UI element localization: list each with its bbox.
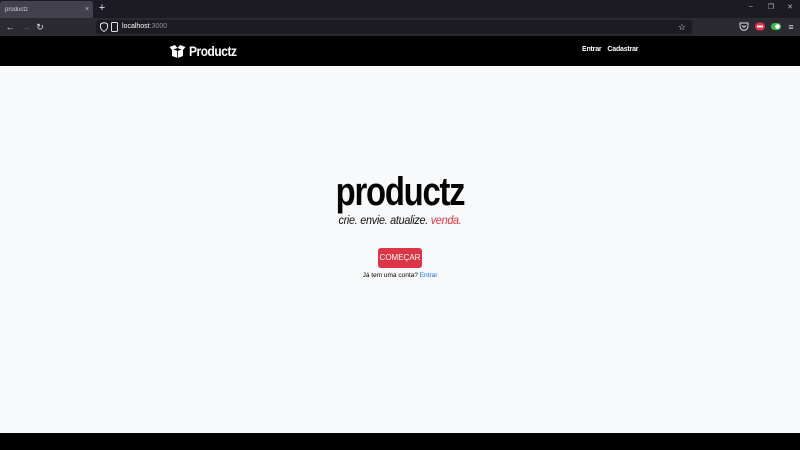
close-window-icon[interactable]: ✕ [784, 3, 796, 11]
address-bar[interactable]: localhost:3000 ☆ [96, 20, 692, 34]
nav-link-cadastrar[interactable]: Cadastrar [607, 46, 638, 53]
site-nav: Entrar Cadastrar [582, 46, 639, 53]
hero-tagline: crie. envie. atualize. venda. [40, 213, 760, 227]
login-hint: Já tem uma conta? Entrar [0, 272, 800, 279]
tagline-main: crie. envie. atualize. [338, 213, 431, 227]
tagline-accent: venda. [430, 213, 462, 227]
page-info-icon[interactable] [111, 22, 118, 32]
browser-tab-strip: productz × + – ❐ ✕ [0, 0, 800, 18]
minimize-icon[interactable]: – [745, 3, 757, 10]
pocket-icon[interactable] [739, 22, 749, 31]
login-prompt: Já tem uma conta? [362, 272, 420, 279]
browser-toolbar: ← → ↻ localhost:3000 ☆ ≡ [0, 18, 800, 36]
hero-section: productz crie. envie. atualize. venda. C… [0, 66, 800, 433]
restore-icon[interactable]: ❐ [765, 3, 777, 11]
new-tab-icon[interactable]: + [97, 2, 107, 15]
site-footer [0, 433, 800, 450]
tab-title: productz [5, 6, 29, 13]
hero-title: productz [335, 170, 466, 214]
brand-name: Productz [189, 43, 237, 59]
site-header: Productz Entrar Cadastrar [0, 36, 800, 66]
brand-logo[interactable]: Productz [169, 43, 245, 59]
browser-tab[interactable]: productz × [0, 1, 93, 18]
extension-toggle-icon[interactable] [771, 22, 781, 31]
tab-close-icon[interactable]: × [81, 6, 93, 13]
shield-icon[interactable] [100, 22, 108, 32]
forward-icon[interactable]: → [20, 21, 32, 33]
url-text[interactable]: localhost:3000 [122, 22, 167, 32]
get-started-button[interactable]: COMEÇAR [378, 248, 422, 268]
menu-icon[interactable]: ≡ [785, 21, 797, 33]
reload-icon[interactable]: ↻ [34, 21, 46, 33]
login-link[interactable]: Entrar [420, 272, 438, 279]
ublock-extension-icon[interactable] [755, 22, 765, 31]
nav-link-entrar[interactable]: Entrar [582, 46, 602, 53]
back-icon[interactable]: ← [4, 21, 16, 33]
box-icon [169, 44, 186, 58]
bookmark-star-icon[interactable]: ☆ [678, 21, 686, 33]
